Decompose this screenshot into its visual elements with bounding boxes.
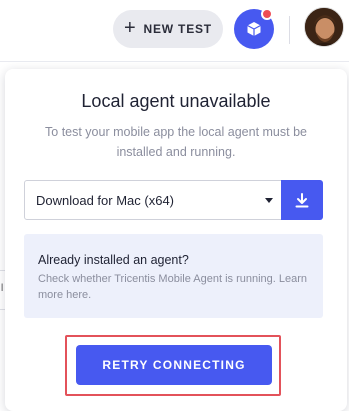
user-avatar[interactable] <box>304 7 344 47</box>
popover-subtitle: To test your mobile app the local agent … <box>45 125 307 159</box>
caret-down-icon <box>265 198 273 203</box>
background-edge-text: l <box>1 283 4 294</box>
retry-label: RETRY CONNECTING <box>102 358 246 372</box>
notice-title: Already installed an agent? <box>38 253 189 267</box>
download-button[interactable] <box>281 180 323 220</box>
plus-icon: + <box>124 17 137 39</box>
header-divider <box>289 16 290 44</box>
new-test-label: NEW TEST <box>143 22 212 36</box>
popover-title: Local agent unavailable <box>81 91 271 111</box>
cube-icon <box>247 22 261 36</box>
download-icon <box>295 192 309 207</box>
already-installed-notice: Already installed an agent? Check whethe… <box>24 234 323 318</box>
retry-connecting-button[interactable]: RETRY CONNECTING <box>76 345 272 385</box>
agent-alert-dot <box>261 8 273 20</box>
download-select-value: Download for Mac (x64) <box>36 192 174 208</box>
avatar-icon <box>305 8 343 46</box>
notice-body[interactable]: Check whether Tricentis Mobile Agent is … <box>38 271 309 303</box>
download-platform-select[interactable]: Download for Mac (x64) <box>24 180 282 220</box>
new-test-button[interactable]: + NEW TEST <box>113 10 223 48</box>
local-agent-popover: Local agent unavailable To test your mob… <box>5 69 347 411</box>
top-bar: + NEW TEST <box>0 0 349 62</box>
